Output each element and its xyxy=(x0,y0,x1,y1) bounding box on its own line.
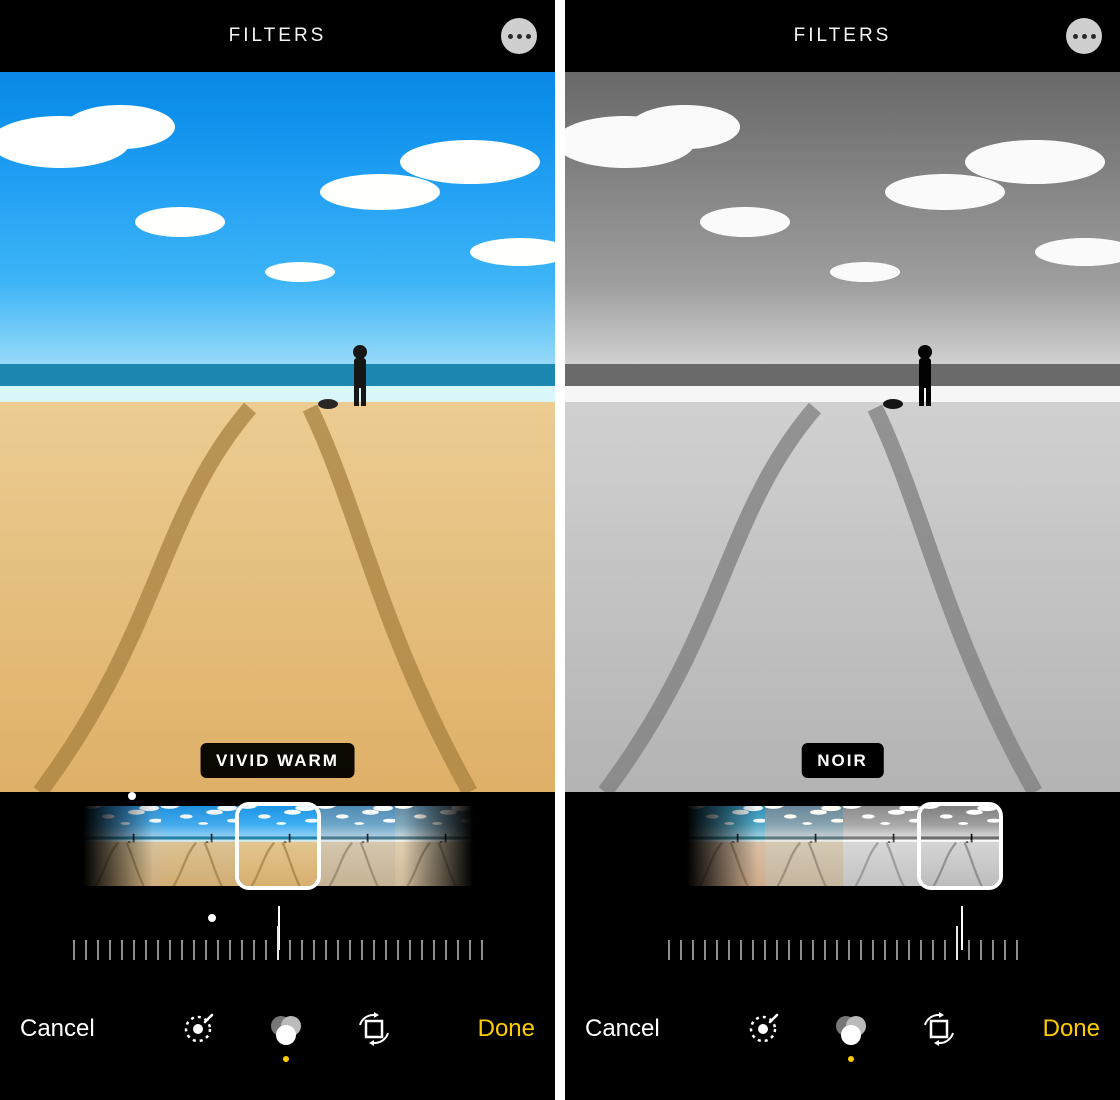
crop-rotate-icon xyxy=(354,1009,394,1049)
editor-topbar: FILTERS xyxy=(565,0,1120,72)
current-filter-label: VIVID WARM xyxy=(200,743,355,778)
photo-preview[interactable]: NOIR xyxy=(565,72,1120,792)
adjust-tool-button[interactable] xyxy=(742,1008,784,1050)
filter-thumbnail[interactable] xyxy=(687,806,765,886)
editor-mode-title: FILTERS xyxy=(229,25,327,47)
filter-thumbnail[interactable] xyxy=(317,806,395,886)
cancel-button[interactable]: Cancel xyxy=(585,1015,660,1043)
adjust-tool-button[interactable] xyxy=(177,1008,219,1050)
more-options-button[interactable] xyxy=(501,18,537,54)
filter-thumbnail-strip[interactable] xyxy=(565,792,1120,916)
editor-topbar: FILTERS xyxy=(0,0,555,72)
editor-mode-title: FILTERS xyxy=(794,25,892,47)
ellipsis-icon xyxy=(1073,34,1078,39)
filter-thumbnail-selected[interactable] xyxy=(239,806,317,886)
crop-tool-button[interactable] xyxy=(918,1008,960,1050)
filter-thumbnail[interactable] xyxy=(161,806,239,886)
filter-intensity-slider[interactable] xyxy=(0,916,555,976)
filters-tool-button[interactable] xyxy=(830,1008,872,1050)
filter-thumbnail[interactable] xyxy=(765,806,843,886)
photo-editor-screen: FILTERS VIVID WARM xyxy=(0,0,555,1100)
current-filter-label: NOIR xyxy=(801,743,884,778)
more-options-button[interactable] xyxy=(1066,18,1102,54)
done-button[interactable]: Done xyxy=(1043,1015,1100,1043)
cancel-button[interactable]: Cancel xyxy=(20,1015,95,1043)
photo-editor-screen: FILTERS NOIR xyxy=(565,0,1120,1100)
filters-tool-button[interactable] xyxy=(265,1008,307,1050)
adjust-icon xyxy=(743,1009,783,1049)
editor-bottom-bar: Cancel Done xyxy=(0,976,555,1100)
filters-icon xyxy=(831,1009,871,1049)
editor-bottom-bar: Cancel Done xyxy=(565,976,1120,1100)
filter-thumbnail[interactable] xyxy=(843,806,921,886)
photo-preview[interactable]: VIVID WARM xyxy=(0,72,555,792)
done-button[interactable]: Done xyxy=(478,1015,535,1043)
filter-thumbnail-strip[interactable] xyxy=(0,792,555,916)
filter-intensity-slider[interactable] xyxy=(565,916,1120,976)
ellipsis-icon xyxy=(508,34,513,39)
filters-icon xyxy=(266,1009,306,1049)
crop-rotate-icon xyxy=(919,1009,959,1049)
crop-tool-button[interactable] xyxy=(353,1008,395,1050)
filter-thumbnail[interactable] xyxy=(395,806,473,886)
filter-thumbnail-selected[interactable] xyxy=(921,806,999,886)
adjust-icon xyxy=(178,1009,218,1049)
filter-thumbnail[interactable] xyxy=(83,806,161,886)
original-filter-marker xyxy=(128,792,136,800)
